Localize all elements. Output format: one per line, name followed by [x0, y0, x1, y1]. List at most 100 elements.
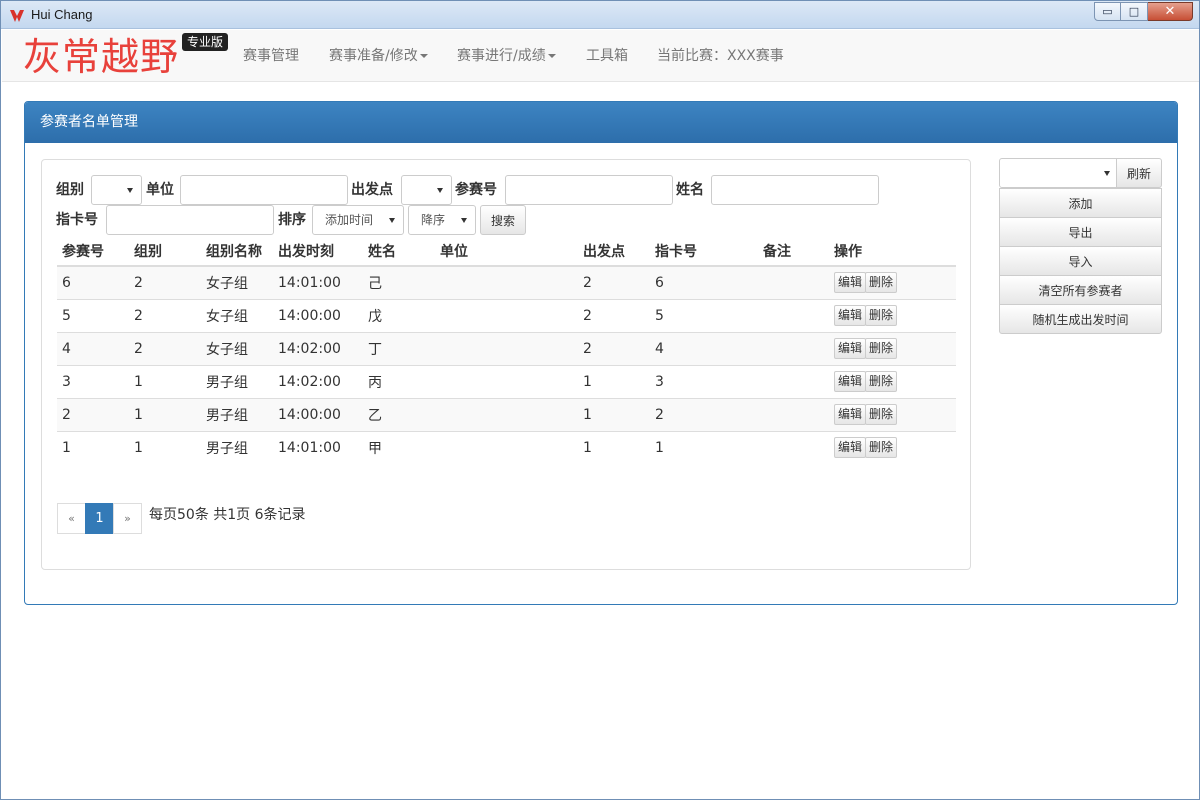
refresh-button[interactable]: 刷新: [1116, 158, 1162, 188]
chevron-down-icon: [1104, 171, 1110, 176]
table-row: 2 1 男子组 14:00:00 乙 1 2 编辑 删除: [57, 397, 956, 431]
nav-current-event[interactable]: 当前比赛：XXX赛事: [657, 47, 784, 65]
table-cell: 14:01:00: [273, 430, 363, 464]
import-button[interactable]: 导入: [999, 246, 1162, 276]
table-cell: 14:02:00: [273, 364, 363, 398]
table-cell: 2: [129, 298, 201, 332]
app-window: Hui Chang ▭ □ ✕ 灰常越野 专业版 赛事管理 赛事准备/修改 赛事…: [0, 0, 1200, 800]
col-group-name[interactable]: 组别名称: [201, 237, 273, 267]
col-unit[interactable]: 单位: [435, 237, 578, 267]
table-cell: [435, 265, 578, 299]
minimize-button[interactable]: ▭: [1094, 2, 1121, 21]
export-button[interactable]: 导出: [999, 217, 1162, 247]
edit-button[interactable]: 编辑: [834, 437, 867, 459]
col-bib[interactable]: 参赛号: [57, 237, 129, 267]
prev-page-button[interactable]: «: [57, 503, 86, 534]
edit-button[interactable]: 编辑: [834, 272, 867, 294]
delete-button[interactable]: 删除: [865, 272, 898, 294]
delete-button[interactable]: 删除: [865, 371, 898, 392]
table-cell: 2: [57, 397, 129, 431]
card-label: 指卡号: [56, 212, 98, 228]
row-actions: 编辑 删除: [829, 430, 956, 464]
random-start-time-button[interactable]: 随机生成出发时间: [999, 304, 1162, 334]
bib-input[interactable]: [505, 175, 673, 205]
group-select[interactable]: [91, 175, 142, 205]
table-cell: 女子组: [201, 331, 273, 365]
card-input[interactable]: [106, 205, 274, 235]
search-button[interactable]: 搜索: [480, 205, 526, 235]
add-button[interactable]: 添加: [999, 188, 1162, 218]
col-name[interactable]: 姓名: [363, 237, 435, 267]
table-cell: 己: [363, 265, 435, 299]
col-remark[interactable]: 备注: [758, 237, 829, 267]
close-button[interactable]: ✕: [1148, 2, 1193, 21]
nav-event-management[interactable]: 赛事管理: [243, 47, 299, 65]
table-cell: 2: [578, 265, 650, 299]
table-row: 5 2 女子组 14:00:00 戊 2 5 编辑 删除: [57, 298, 956, 332]
table-cell: 男子组: [201, 397, 273, 431]
table-cell: 戊: [363, 298, 435, 332]
bib-label: 参赛号: [455, 182, 497, 198]
table-cell: 4: [650, 331, 758, 365]
sort-field-select[interactable]: 添加时间: [312, 205, 404, 235]
row-actions: 编辑 删除: [829, 364, 956, 398]
delete-button[interactable]: 删除: [865, 404, 898, 425]
maximize-button[interactable]: □: [1121, 2, 1148, 21]
table-cell: 6: [57, 265, 129, 299]
side-select[interactable]: [999, 158, 1117, 188]
clear-all-button[interactable]: 清空所有参赛者: [999, 275, 1162, 305]
nav-event-preparation[interactable]: 赛事准备/修改: [329, 47, 428, 65]
page-1-button[interactable]: 1: [85, 503, 114, 534]
col-start-time[interactable]: 出发时刻: [273, 237, 363, 267]
delete-button[interactable]: 删除: [865, 437, 898, 459]
brand-logo[interactable]: 灰常越野: [23, 35, 179, 79]
table-cell: 3: [57, 364, 129, 398]
table-cell: 丙: [363, 364, 435, 398]
table-cell: 乙: [363, 397, 435, 431]
table-cell: 1: [129, 364, 201, 398]
delete-button[interactable]: 删除: [865, 305, 898, 326]
sort-order-select[interactable]: 降序: [408, 205, 476, 235]
navbar: 灰常越野 专业版 赛事管理 赛事准备/修改 赛事进行/成绩 工具箱 当前比赛：X…: [2, 30, 1199, 82]
row-actions: 编辑 删除: [829, 265, 956, 299]
name-input[interactable]: [711, 175, 879, 205]
table-cell: [758, 298, 829, 332]
table-cell: [758, 331, 829, 365]
col-group[interactable]: 组别: [129, 237, 201, 267]
table-cell: [435, 298, 578, 332]
table-cell: 1: [650, 430, 758, 464]
edit-button[interactable]: 编辑: [834, 404, 867, 425]
table-cell: 2: [129, 331, 201, 365]
row-actions: 编辑 删除: [829, 397, 956, 431]
nav-event-results[interactable]: 赛事进行/成绩: [457, 47, 556, 65]
window-title: Hui Chang: [31, 7, 93, 22]
unit-input[interactable]: [180, 175, 348, 205]
table-cell: 1: [578, 397, 650, 431]
title-bar[interactable]: Hui Chang ▭ □ ✕: [1, 1, 1199, 29]
delete-button[interactable]: 删除: [865, 338, 898, 359]
table-cell: [758, 364, 829, 398]
panel-title: 参赛者名单管理: [25, 102, 1177, 143]
edition-badge: 专业版: [182, 33, 229, 51]
table-cell: 甲: [363, 430, 435, 464]
table-cell: 5: [650, 298, 758, 332]
start-point-select[interactable]: [401, 175, 452, 205]
nav-toolbox[interactable]: 工具箱: [586, 47, 628, 65]
table-cell: [435, 364, 578, 398]
table-body: 6 2 女子组 14:01:00 己 2 6 编辑 删除 5 2 女子组 14:00:00 戊 2 5 编辑 删除…: [57, 265, 956, 464]
col-card-number[interactable]: 指卡号: [650, 237, 758, 267]
table-cell: 6: [650, 265, 758, 299]
next-page-button[interactable]: »: [113, 503, 142, 534]
col-start-point[interactable]: 出发点: [578, 237, 650, 267]
table-cell: 女子组: [201, 298, 273, 332]
edit-button[interactable]: 编辑: [834, 338, 867, 359]
start-point-label: 出发点: [351, 182, 393, 198]
edit-button[interactable]: 编辑: [834, 305, 867, 326]
chevron-down-icon: [461, 218, 467, 223]
table-cell: 14:00:00: [273, 397, 363, 431]
caret-down-icon: [419, 54, 428, 58]
table-row: 3 1 男子组 14:02:00 丙 1 3 编辑 删除: [57, 364, 956, 398]
edit-button[interactable]: 编辑: [834, 371, 867, 392]
maximize-icon: □: [1128, 5, 1140, 18]
table-header-row: 参赛号 组别 组别名称 出发时刻 姓名 单位 出发点 指卡号 备注 操作: [57, 237, 956, 267]
